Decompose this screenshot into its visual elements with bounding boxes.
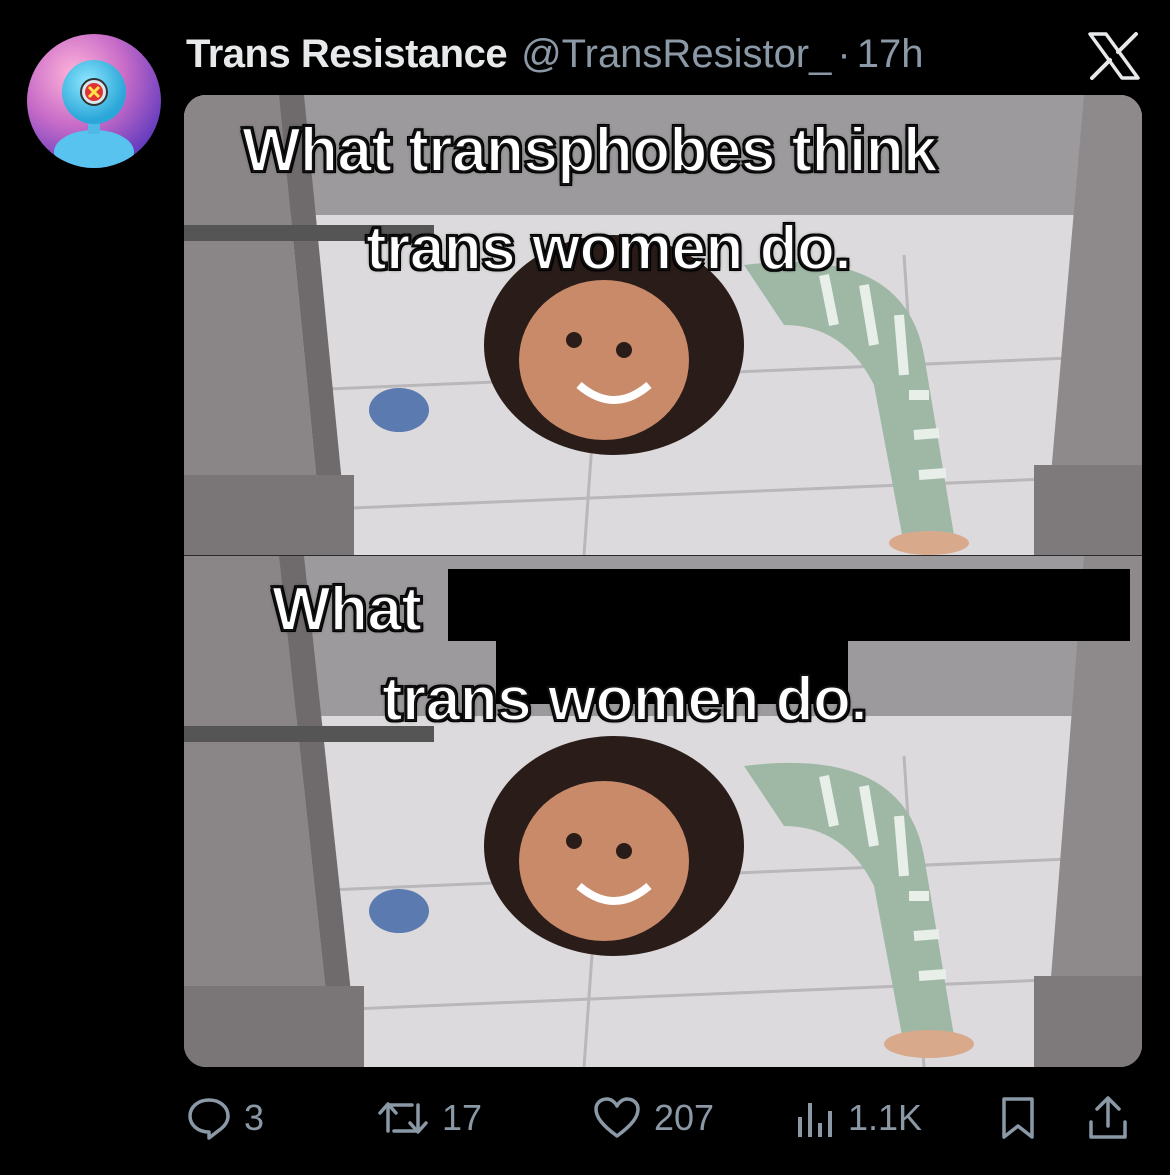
repost-icon bbox=[378, 1102, 428, 1134]
user-handle[interactable]: @TransResistor_ bbox=[521, 30, 831, 78]
meme-panel-bottom: What trans women do. bbox=[184, 556, 1142, 1067]
reply-icon bbox=[188, 1098, 230, 1140]
share-button[interactable] bbox=[1086, 1090, 1130, 1146]
like-count: 207 bbox=[654, 1097, 715, 1138]
caption-bottom-line2: trans women do. bbox=[381, 665, 869, 735]
repost-count: 17 bbox=[442, 1097, 483, 1138]
x-logo-icon[interactable] bbox=[1088, 32, 1140, 80]
views-count: 1.1K bbox=[848, 1097, 923, 1138]
tweet-actions: 3 17 207 1.1K bbox=[186, 1090, 1146, 1146]
reply-count: 3 bbox=[244, 1097, 265, 1138]
bookmark-icon bbox=[1002, 1097, 1034, 1139]
caption-top-line2: trans women do. bbox=[365, 214, 853, 284]
share-icon bbox=[1089, 1096, 1127, 1139]
views-button[interactable]: 1.1K bbox=[796, 1090, 922, 1146]
meme-panel-top: What transphobes think trans women do. bbox=[184, 95, 1142, 555]
heart-icon bbox=[594, 1097, 640, 1138]
avatar[interactable] bbox=[27, 34, 161, 168]
robot-avatar-icon bbox=[54, 60, 134, 168]
repost-button[interactable]: 17 bbox=[376, 1090, 482, 1146]
tweet-media[interactable]: What transphobes think trans women do. W… bbox=[184, 95, 1142, 1067]
separator-dot: · bbox=[837, 32, 851, 76]
display-name[interactable]: Trans Resistance bbox=[186, 30, 508, 78]
redaction-bar-1 bbox=[448, 569, 1130, 641]
tweet-header: Trans Resistance @TransResistor_ · 17h bbox=[186, 30, 923, 78]
reply-button[interactable]: 3 bbox=[186, 1090, 264, 1146]
caption-top-line1: What transphobes think bbox=[241, 116, 939, 186]
like-button[interactable]: 207 bbox=[592, 1090, 714, 1146]
timestamp[interactable]: 17h bbox=[857, 30, 924, 78]
caption-bottom-line1: What bbox=[271, 575, 423, 645]
bookmark-button[interactable] bbox=[998, 1090, 1038, 1146]
views-icon bbox=[798, 1103, 832, 1137]
